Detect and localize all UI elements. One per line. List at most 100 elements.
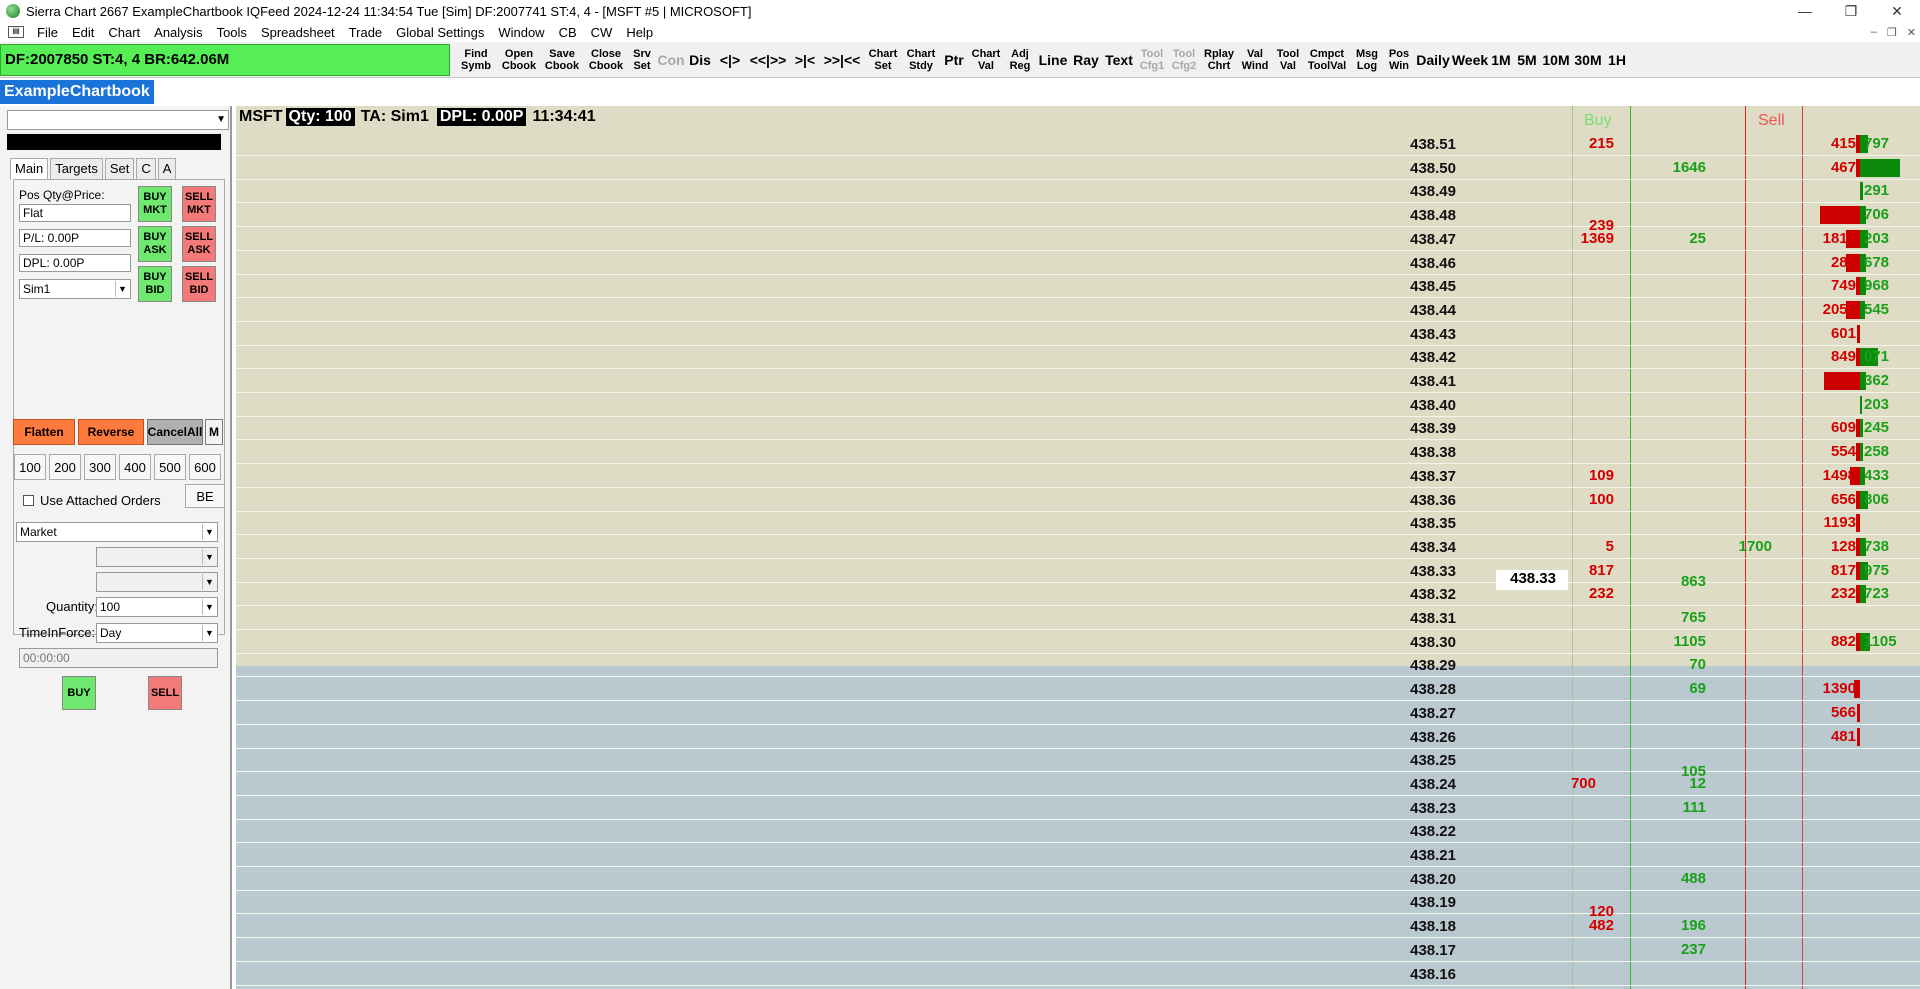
buy-bid-button[interactable]: BUY BID [138,266,172,302]
trade-tabs: Main Targets Set C A [10,158,178,180]
tab-c[interactable]: C [136,158,156,180]
menu-help[interactable]: Help [619,25,660,40]
menu-window[interactable]: Window [491,25,551,40]
menu-cw[interactable]: CW [584,25,620,40]
toolbar-button-chart-set[interactable]: Chart Set [864,44,902,76]
toolbar-button-val-wind[interactable]: Val Wind [1238,44,1272,76]
qty-button-400[interactable]: 400 [119,454,151,480]
maximize-button[interactable]: ❐ [1828,0,1874,22]
toolbar-button-pos-win[interactable]: Pos Win [1384,44,1414,76]
menu-chart[interactable]: Chart [101,25,147,40]
toolbar-button-xxx[interactable]: >|< [790,44,820,76]
chartbook-tab[interactable]: ExampleChartbook [0,80,154,104]
sell-ask-button[interactable]: SELL ASK [182,226,216,262]
buy-volume-cell: 863 [1680,573,1706,591]
toolbar-button-rplay-chrt[interactable]: Rplay Chrt [1200,44,1238,76]
menu-cb[interactable]: CB [552,25,584,40]
toolbar-button-dis[interactable]: Dis [686,44,714,76]
chevron-down-icon: ▼ [202,599,216,615]
toolbar-button-10m[interactable]: 10M [1540,44,1572,76]
toolbar-button-1m[interactable]: 1M [1488,44,1514,76]
toolbar-button-ptr[interactable]: Ptr [940,44,968,76]
tab-main[interactable]: Main [10,158,49,180]
order-type-value: Market [20,525,57,539]
quantity-label: Quantity: [46,599,99,614]
toolbar-button-5m[interactable]: 5M [1514,44,1540,76]
qty-button-200[interactable]: 200 [49,454,81,480]
toolbar-button-find-symb[interactable]: Find Symb [454,44,498,76]
toolbar-button-week[interactable]: Week [1452,44,1488,76]
toolbar-button-xxxxx[interactable]: <<|>> [746,44,790,76]
mdi-restore-icon[interactable]: ❐ [1887,26,1897,39]
menu-edit[interactable]: Edit [65,25,101,40]
quantity-input[interactable]: 100 ▼ [96,597,218,617]
tab-targets[interactable]: Targets [50,158,103,180]
price-row-line [236,605,1920,607]
price-row-line [236,937,1920,939]
toolbar-button-chart-val[interactable]: Chart Val [968,44,1004,76]
buy-ask-button[interactable]: BUY ASK [138,226,172,262]
tab-a[interactable]: A [157,158,177,180]
cancel-all-button[interactable]: CancelAll [147,419,203,445]
toolbar-button-save-cbook[interactable]: Save Cbook [540,44,584,76]
buy-volume-cell: 25 [1689,229,1706,247]
m-button[interactable]: M [205,419,223,445]
toolbar-button-tool-cfg2[interactable]: Tool Cfg2 [1168,44,1200,76]
sell-market-button[interactable]: SELL MKT [182,186,216,222]
toolbar-button-ray[interactable]: Ray [1070,44,1102,76]
account-select[interactable]: Sim1 ▼ [19,279,131,299]
symbol-select[interactable]: ▼ [7,110,229,130]
buy-market-button[interactable]: BUY MKT [138,186,172,222]
toolbar-button-srv-set[interactable]: Srv Set [628,44,656,76]
toolbar-button-msg-log[interactable]: Msg Log [1350,44,1384,76]
sell-button[interactable]: SELL [148,676,182,710]
price-label: 438.25 [1410,752,1456,770]
toolbar-button-tool-cfg1[interactable]: Tool Cfg1 [1136,44,1168,76]
order-type-select[interactable]: Market ▼ [16,522,218,542]
close-button[interactable]: ✕ [1874,0,1920,22]
toolbar-button-cmpct-toolval[interactable]: Cmpct ToolVal [1304,44,1350,76]
toolbar-button-adj-reg[interactable]: Adj Reg [1004,44,1036,76]
dom-chart[interactable]: MSFT Qty: 100 TA: Sim1 DPL: 0.00P 11:34:… [236,106,1920,989]
flatten-button[interactable]: Flatten [13,419,75,445]
buy-volume-cell: 111 [1682,798,1706,816]
menu-file[interactable]: File [30,25,65,40]
price-label: 438.37 [1410,467,1456,485]
toolbar-button-30m[interactable]: 30M [1572,44,1604,76]
qty-button-600[interactable]: 600 [189,454,221,480]
toolbar-button-tool-val[interactable]: Tool Val [1272,44,1304,76]
be-button[interactable]: BE [185,484,225,508]
tab-set[interactable]: Set [104,158,135,180]
menu-tools[interactable]: Tools [210,25,254,40]
mdi-minimize-icon[interactable]: – [1871,26,1877,38]
toolbar-button-close-cbook[interactable]: Close Cbook [584,44,628,76]
toolbar-button-open-cbook[interactable]: Open Cbook [498,44,540,76]
toolbar-button-text[interactable]: Text [1102,44,1136,76]
qty-button-100[interactable]: 100 [14,454,46,480]
time-field: 00:00:00 [19,648,218,668]
qty-button-300[interactable]: 300 [84,454,116,480]
buy-button[interactable]: BUY [62,676,96,710]
use-attached-orders-checkbox[interactable] [23,495,34,506]
qty-button-500[interactable]: 500 [154,454,186,480]
toolbar-button-1h[interactable]: 1H [1604,44,1630,76]
toolbar-button-con[interactable]: Con [656,44,686,76]
price-label: 438.50 [1410,159,1456,177]
toolbar-button-line[interactable]: Line [1036,44,1070,76]
sell-bid-button[interactable]: SELL BID [182,266,216,302]
menu-analysis[interactable]: Analysis [147,25,209,40]
minimize-button[interactable]: — [1782,0,1828,22]
mdi-controls: – ❐ ✕ [1871,22,1916,42]
toolbar-button-xxxxx[interactable]: >>|<< [820,44,864,76]
menu-trade[interactable]: Trade [342,25,389,40]
toolbar-button-daily[interactable]: Daily [1414,44,1452,76]
time-in-force-select[interactable]: Day ▼ [96,623,218,643]
system-menu-icon[interactable]: ▤ [8,26,24,38]
mdi-close-icon[interactable]: ✕ [1907,26,1916,39]
reverse-button[interactable]: Reverse [78,419,144,445]
toolbar-button-chart-stdy[interactable]: Chart Stdy [902,44,940,76]
menu-global-settings[interactable]: Global Settings [389,25,491,40]
menu-spreadsheet[interactable]: Spreadsheet [254,25,342,40]
toolbar-button-xxx[interactable]: <|> [714,44,746,76]
profile-buy-value: 362 [1864,372,1890,389]
